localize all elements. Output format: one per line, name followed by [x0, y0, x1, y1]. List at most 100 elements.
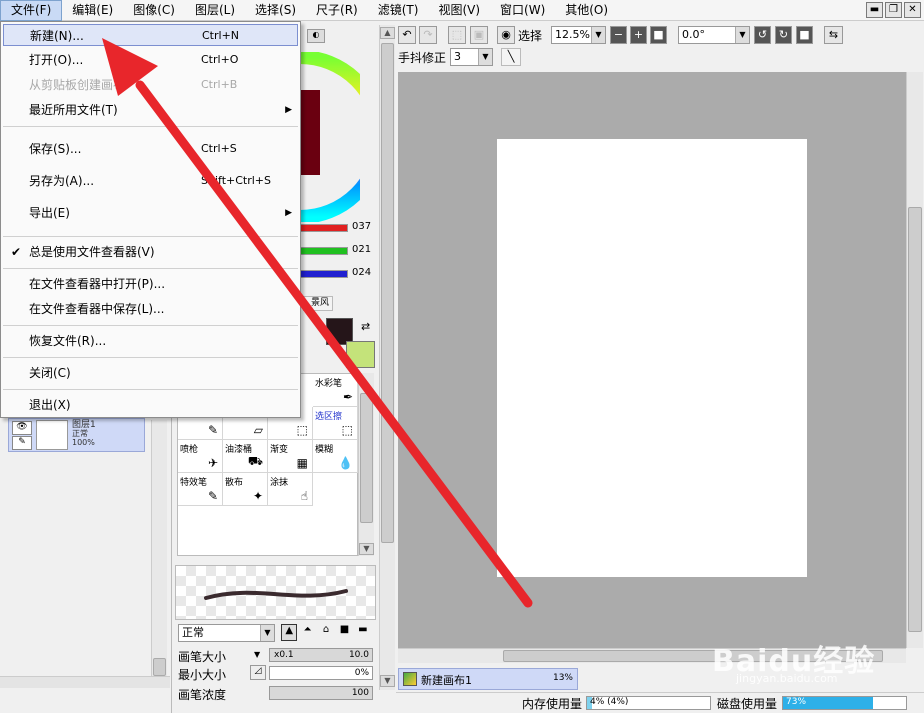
menu-item-open-in-viewer[interactable]: 在文件查看器中打开(P)...	[3, 273, 298, 295]
menu-separator	[3, 389, 298, 390]
canvas-vscroll-thumb[interactable]	[908, 207, 922, 632]
tool-grid-scroll-thumb[interactable]	[360, 393, 373, 523]
tool-panel-scrollbar[interactable]: ▲ ▼	[379, 25, 395, 690]
memory-value: 4% (4%)	[590, 697, 629, 707]
menu-item-new[interactable]: 新建(N)... Ctrl+N	[3, 24, 298, 46]
size-dropdown-icon[interactable]: ▼	[254, 650, 260, 659]
line-tool-icon[interactable]: ╲	[501, 48, 521, 66]
menu-layer[interactable]: 图层(L)	[185, 0, 245, 21]
scroll-down-icon[interactable]: ▼	[359, 543, 374, 555]
tool-gradient[interactable]: 渐变 ▦	[268, 440, 313, 473]
scatter-icon: ✦	[252, 489, 263, 503]
tool-effect-pen[interactable]: 特效笔 ✎	[178, 473, 223, 506]
bucket-icon: ⛟	[247, 454, 263, 468]
red-slider[interactable]	[300, 224, 348, 232]
stabilizer-select[interactable]: 3 ▼	[450, 48, 493, 66]
menu-item-save[interactable]: 保存(S)... Ctrl+S	[3, 138, 298, 160]
canvas-vscrollbar[interactable]	[906, 72, 923, 648]
color-mode-icon[interactable]: ◐	[307, 29, 325, 43]
left-panel-hscroll[interactable]	[0, 676, 170, 688]
menu-item-close[interactable]: 关闭(C)	[3, 362, 298, 384]
min-size-slider[interactable]: 0%	[269, 666, 373, 680]
layer-item[interactable]: 👁 ✎ 图层1 正常 100%	[8, 418, 145, 452]
swap-colors-icon[interactable]: ⇄	[361, 320, 370, 333]
undo-icon[interactable]: ↶	[398, 26, 416, 44]
pen-icon[interactable]: ✎	[12, 436, 32, 450]
tool-airbrush[interactable]: 喷枪 ✈	[178, 440, 223, 473]
shape-flat-icon[interactable]: ▬	[355, 624, 371, 641]
select-eraser-icon: ⬚	[341, 423, 353, 437]
tool-blur[interactable]: 模糊 💧	[313, 440, 358, 473]
green-slider[interactable]	[300, 247, 348, 255]
close-window-button[interactable]: ✕	[904, 2, 921, 18]
menu-item-exit[interactable]: 退出(X)	[3, 394, 298, 416]
menu-filter[interactable]: 滤镜(T)	[368, 0, 429, 21]
menu-edit[interactable]: 编辑(E)	[62, 0, 123, 21]
tool-watercolor[interactable]: 水彩笔 ✒	[313, 374, 358, 407]
menu-file[interactable]: 文件(F)	[0, 0, 63, 21]
rotate-left-icon[interactable]: ↺	[754, 26, 771, 44]
menu-item-always-viewer[interactable]: ✔ 总是使用文件查看器(V)	[3, 241, 298, 263]
deselect-icon[interactable]: ⬚	[448, 26, 466, 44]
menu-view[interactable]: 视图(V)	[428, 0, 490, 21]
shape-hump-icon[interactable]: ⌂	[318, 624, 334, 641]
restore-button[interactable]: ❐	[885, 2, 902, 18]
zoom-reset-icon[interactable]: ■	[650, 26, 667, 44]
menu-item-export[interactable]: 导出(E) ▶	[3, 202, 298, 224]
zoom-in-icon[interactable]: +	[630, 26, 647, 44]
tool-panel-scroll-thumb[interactable]	[381, 43, 394, 543]
red-value: 037	[352, 221, 372, 232]
zoom-select[interactable]: 12.5% ▼	[551, 26, 606, 44]
tool-select-eraser[interactable]: 选区擦 ⬚	[313, 407, 358, 440]
layer-opacity: 100%	[72, 438, 95, 447]
scroll-down-icon[interactable]: ▼	[380, 675, 395, 687]
menu-separator	[3, 268, 298, 269]
scroll-up-icon[interactable]: ▲	[380, 27, 395, 39]
menu-image[interactable]: 图像(C)	[123, 0, 185, 21]
layers-scroll-thumb[interactable]	[153, 658, 166, 676]
menu-item-save-in-viewer[interactable]: 在文件查看器中保存(L)...	[3, 298, 298, 320]
menu-item-from-clipboard: 从剪贴板创建画布 Ctrl+B	[29, 78, 238, 92]
pen-tool-icon: ✎	[207, 423, 218, 437]
panel-tab[interactable]: 景风	[303, 296, 333, 311]
blue-slider[interactable]	[300, 270, 348, 278]
menu-other[interactable]: 其他(O)	[555, 0, 618, 21]
redo-icon[interactable]: ↷	[419, 26, 437, 44]
menu-item-revert[interactable]: 恢复文件(R)...	[3, 330, 298, 352]
rotation-select[interactable]: 0.0° ▼	[678, 26, 750, 44]
eye-icon[interactable]: 👁	[12, 421, 32, 435]
zoom-out-icon[interactable]: −	[610, 26, 627, 44]
menu-ruler[interactable]: 尺子(R)	[306, 0, 368, 21]
min-size-icon[interactable]: ◿	[250, 665, 266, 680]
tool-smudge[interactable]: 涂抹 ☝	[268, 473, 313, 506]
blend-mode-select[interactable]: 正常 ▼	[178, 624, 275, 642]
menu-window[interactable]: 窗口(W)	[490, 0, 555, 21]
menu-item-save-as[interactable]: 另存为(A)... Shift+Ctrl+S	[3, 170, 298, 192]
eye-toggle-icon[interactable]: ◉	[497, 26, 515, 44]
tool-grid-scrollbar[interactable]: ▼	[358, 373, 374, 556]
shape-triangle-icon[interactable]: ▲	[281, 624, 298, 641]
smudge-icon: ☝	[300, 489, 308, 503]
memory-bar: 4% (4%)	[586, 696, 711, 710]
tool-bucket[interactable]: 油漆桶 ⛟	[223, 440, 268, 473]
airbrush-icon: ✈	[207, 456, 218, 470]
minimize-button[interactable]: ▬	[866, 2, 883, 18]
shape-bell-icon[interactable]: ⏶	[299, 624, 315, 641]
shape-square-icon[interactable]: ■	[336, 624, 352, 641]
menu-item-recent[interactable]: 最近所用文件(T) ▶	[3, 99, 298, 121]
canvas-tab[interactable]: 新建画布1 13%	[398, 668, 578, 690]
menu-item-open[interactable]: 打开(O)... Ctrl+O	[3, 49, 298, 71]
flip-icon[interactable]: ⇆	[824, 26, 843, 44]
invert-select-icon[interactable]: ▣	[470, 26, 488, 44]
layers-scrollbar[interactable]	[151, 420, 167, 680]
rotate-reset-icon[interactable]: ■	[796, 26, 813, 44]
rotate-right-icon[interactable]: ↻	[775, 26, 792, 44]
canvas-paper[interactable]	[497, 139, 807, 577]
menu-select[interactable]: 选择(S)	[245, 0, 306, 21]
background-color[interactable]	[346, 341, 375, 368]
density-slider[interactable]: 100	[269, 686, 373, 700]
brush-size-slider[interactable]: x0.1 10.0	[269, 648, 373, 662]
chevron-down-icon: ▼	[478, 49, 492, 65]
tool-scatter[interactable]: 散布 ✦	[223, 473, 268, 506]
disk-value: 73%	[786, 697, 807, 707]
